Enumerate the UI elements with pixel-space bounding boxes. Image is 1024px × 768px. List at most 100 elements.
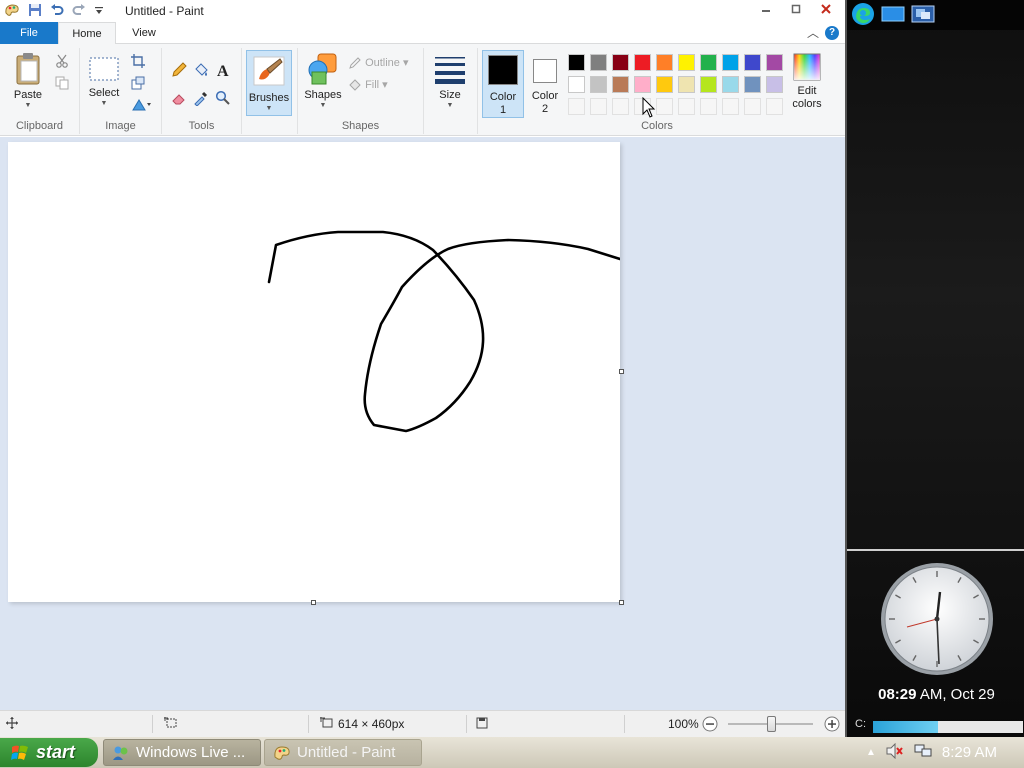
taskbar-clock[interactable]: 8:29 AM [942, 744, 997, 761]
custom-color-slot[interactable] [656, 98, 673, 115]
magnifier-button[interactable] [214, 90, 232, 109]
palette-swatch[interactable] [678, 76, 695, 93]
zoom-out-button[interactable] [702, 716, 718, 735]
palette-swatch[interactable] [612, 76, 629, 93]
custom-color-slot[interactable] [568, 98, 585, 115]
switch-windows-icon[interactable] [911, 4, 935, 27]
custom-color-slot[interactable] [722, 98, 739, 115]
group-shapes: Shapes ▼ Outline ▾ Fill ▾ Shapes [298, 48, 424, 134]
palette-swatch[interactable] [766, 76, 783, 93]
custom-color-slot[interactable] [700, 98, 717, 115]
sidebar-date-time: 08:29 AM, Oct 29 [847, 686, 1024, 703]
collapse-ribbon-icon[interactable]: ︿ [807, 24, 819, 41]
canvas-resize-handle-bottom[interactable] [311, 600, 316, 605]
palette-swatch[interactable] [656, 76, 673, 93]
drawing-canvas[interactable] [8, 142, 622, 602]
custom-color-slot[interactable] [766, 98, 783, 115]
chevron-down-icon: ▼ [265, 105, 273, 112]
copy-button[interactable] [54, 76, 70, 93]
palette-swatch[interactable] [700, 76, 717, 93]
zoom-in-button[interactable] [824, 716, 840, 735]
resize-button[interactable] [130, 76, 146, 93]
fill-button[interactable]: Fill ▾ [348, 78, 420, 92]
palette-swatch[interactable] [744, 76, 761, 93]
file-size-icon [476, 717, 488, 732]
custom-color-slot[interactable] [744, 98, 761, 115]
close-button[interactable] [811, 0, 841, 18]
maximize-button[interactable] [781, 0, 811, 18]
palette-swatch[interactable] [568, 76, 585, 93]
palette-swatch[interactable] [700, 54, 717, 71]
shapes-button[interactable]: Shapes ▼ [302, 52, 344, 110]
taskbar-item-paint[interactable]: Untitled - Paint [264, 739, 422, 766]
minimize-button[interactable] [751, 0, 781, 18]
show-hidden-icons-icon[interactable]: ▲ [866, 747, 876, 758]
paint-app-icon[interactable] [4, 3, 20, 20]
color1-button[interactable]: Color 1 [482, 50, 524, 118]
cut-button[interactable] [54, 54, 70, 71]
palette-swatch[interactable] [590, 76, 607, 93]
edit-colors-button[interactable]: Edit colors [784, 52, 830, 111]
palette-swatch[interactable] [766, 54, 783, 71]
text-button[interactable]: A [214, 62, 232, 81]
eyedropper-icon [194, 91, 208, 107]
tab-file[interactable]: File [0, 22, 58, 44]
palette-swatch[interactable] [678, 54, 695, 71]
volume-muted-icon[interactable] [886, 742, 904, 763]
pencil-button[interactable] [170, 62, 188, 81]
start-button[interactable]: start [0, 738, 98, 767]
windows-live-icon [113, 746, 128, 760]
taskbar-item-windows-live[interactable]: Windows Live ... [103, 739, 261, 766]
customize-qat-icon[interactable] [94, 4, 104, 19]
fill-bucket-icon [195, 63, 208, 76]
resize-icon [131, 76, 145, 90]
help-icon[interactable]: ? [825, 26, 839, 40]
canvas-resize-handle-corner[interactable] [619, 600, 624, 605]
palette-swatch[interactable] [634, 54, 651, 71]
custom-color-slot[interactable] [612, 98, 629, 115]
tab-view[interactable]: View [116, 22, 172, 44]
tab-home[interactable]: Home [58, 22, 116, 44]
chevron-down-icon: ▼ [446, 102, 454, 109]
color-wheel-icon [793, 53, 821, 81]
custom-color-slot[interactable] [678, 98, 695, 115]
palette-swatch[interactable] [612, 54, 629, 71]
zoom-level: 100% [668, 717, 699, 731]
palette-swatch[interactable] [722, 76, 739, 93]
palette-swatch[interactable] [568, 54, 585, 71]
edit-colors-label-line1: Edit [797, 85, 817, 97]
brushes-button[interactable]: Brushes ▼ [246, 50, 292, 116]
zoom-slider-thumb[interactable] [767, 716, 776, 732]
crop-button[interactable] [130, 54, 146, 71]
eraser-button[interactable] [170, 90, 188, 109]
network-icon[interactable] [914, 743, 932, 763]
edge-browser-icon[interactable] [851, 2, 875, 29]
canvas-resize-handle-right[interactable] [619, 369, 624, 374]
size-button[interactable]: Size ▼ [430, 54, 470, 110]
group-colors: Color 1 Color 2 Edit colors Colors [478, 48, 836, 134]
palette-swatch[interactable] [656, 54, 673, 71]
paste-icon [16, 53, 40, 85]
color2-button[interactable]: Color 2 [526, 50, 564, 118]
color1-swatch [488, 55, 518, 85]
show-desktop-icon[interactable] [881, 4, 905, 27]
palette-swatch[interactable] [722, 54, 739, 71]
paste-button[interactable]: Paste ▼ [8, 52, 48, 110]
eraser-icon [172, 94, 185, 105]
select-button[interactable]: Select ▼ [86, 56, 122, 108]
undo-icon[interactable] [50, 3, 64, 20]
save-icon[interactable] [28, 3, 42, 20]
outline-button[interactable]: Outline ▾ [348, 56, 420, 70]
color2-swatch [533, 59, 557, 83]
palette-swatch[interactable] [744, 54, 761, 71]
fill-label: Fill [365, 79, 380, 91]
edit-colors-label-line2: colors [792, 98, 822, 110]
palette-swatch[interactable] [634, 76, 651, 93]
canvas-size-icon [320, 717, 334, 732]
redo-icon[interactable] [72, 3, 86, 20]
custom-color-slot[interactable] [590, 98, 607, 115]
rotate-button[interactable] [130, 98, 154, 115]
palette-swatch[interactable] [590, 54, 607, 71]
fill-bucket-button[interactable] [192, 62, 210, 81]
color-picker-button[interactable] [192, 90, 210, 109]
